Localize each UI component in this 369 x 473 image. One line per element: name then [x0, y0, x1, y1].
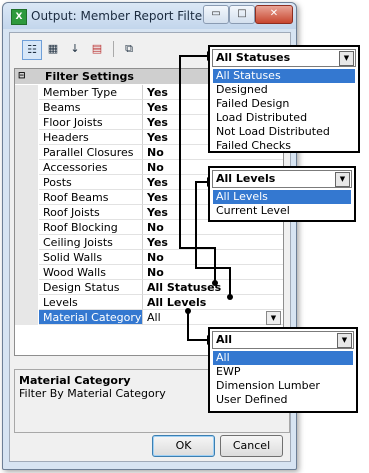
design-status-dropdown: All Statuses ▼ All Statuses Designed Faile… — [208, 45, 360, 153]
dropdown-option[interactable]: All Statuses — [213, 69, 355, 83]
status-combo-value: All Statuses — [216, 51, 291, 64]
levels-dropdown: All Levels ▼ All Levels Current Level — [208, 166, 356, 222]
material-combo[interactable]: All ▼ — [212, 331, 354, 349]
status-combo[interactable]: All Statuses ▼ — [212, 49, 356, 67]
dropdown-option[interactable]: All — [213, 351, 353, 365]
material-category-dropdown: All ▼ All EWP Dimension Lumber User Defined — [208, 327, 358, 413]
dropdown-option[interactable]: Not Load Distributed — [213, 125, 355, 139]
levels-options: All Levels Current Level — [213, 190, 351, 218]
chevron-down-icon[interactable]: ▼ — [339, 51, 354, 66]
dropdown-option[interactable]: User Defined — [213, 393, 353, 407]
dropdown-option[interactable]: All Levels — [213, 190, 351, 204]
dropdown-option[interactable]: Load Distributed — [213, 111, 355, 125]
dropdown-option[interactable]: Failed Checks — [213, 139, 355, 153]
material-options: All EWP Dimension Lumber User Defined — [213, 351, 353, 407]
chevron-down-icon[interactable]: ▼ — [335, 172, 350, 187]
dropdown-option[interactable]: Failed Design — [213, 97, 355, 111]
dropdown-option[interactable]: Designed — [213, 83, 355, 97]
dropdown-option[interactable]: EWP — [213, 365, 353, 379]
dropdown-option[interactable]: Current Level — [213, 204, 351, 218]
levels-combo-value: All Levels — [216, 172, 276, 185]
material-combo-value: All — [216, 333, 233, 346]
dropdown-option[interactable]: Dimension Lumber — [213, 379, 353, 393]
status-options: All Statuses Designed Failed Design Load Di… — [213, 69, 355, 153]
chevron-down-icon[interactable]: ▼ — [337, 333, 352, 348]
levels-combo[interactable]: All Levels ▼ — [212, 170, 352, 188]
